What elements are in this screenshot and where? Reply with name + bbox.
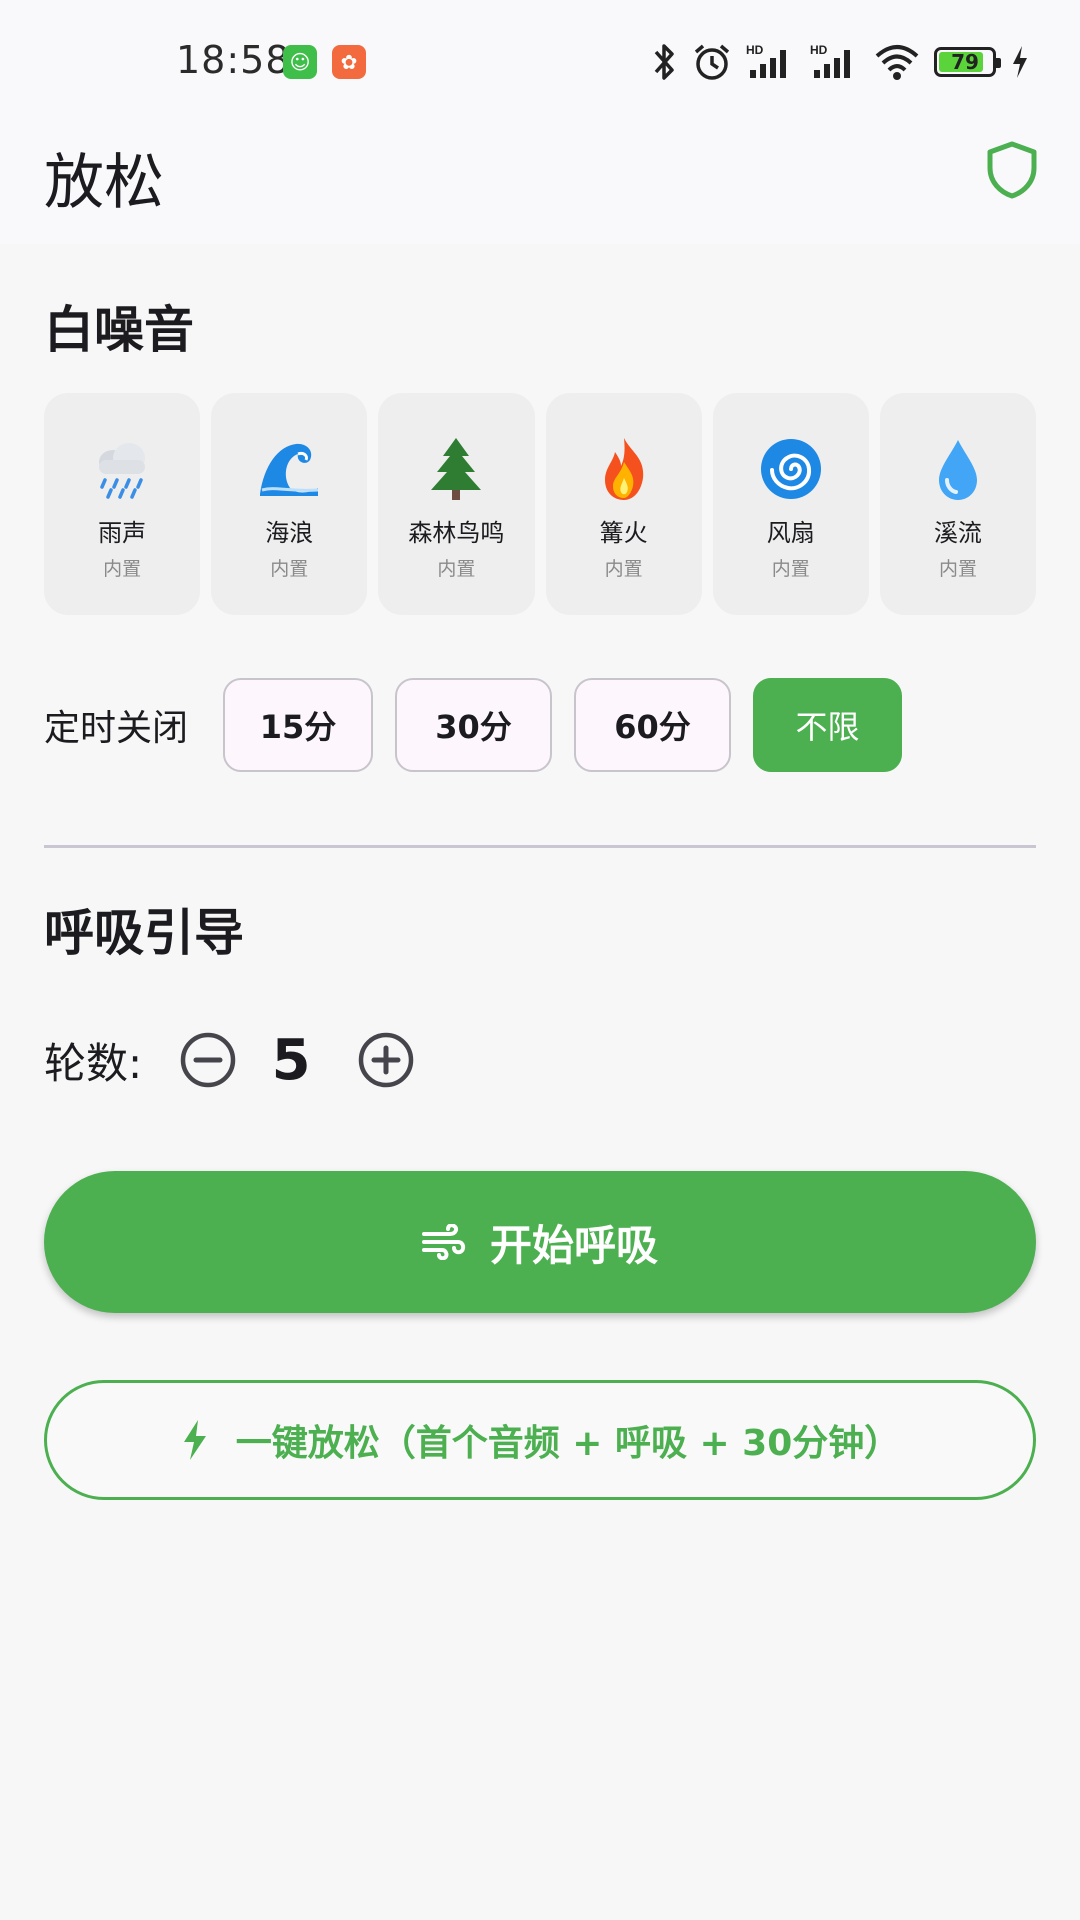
battery-icon: 79 (934, 47, 1001, 77)
wind-icon (421, 1224, 466, 1260)
sound-name: 风扇 (766, 519, 815, 547)
signal-hd-icon: HD (746, 43, 786, 78)
notification-app-icon: ☺ (283, 45, 317, 79)
shield-icon[interactable] (984, 140, 1040, 200)
rain-cloud-icon (89, 435, 155, 503)
sound-tag: 内置 (270, 558, 309, 580)
status-icons: HD HD 79 (652, 40, 1030, 84)
sound-tag: 内置 (604, 558, 643, 580)
plus-circle-icon[interactable] (356, 1030, 416, 1090)
rounds-stepper: 轮数: 5 (44, 1027, 416, 1093)
sound-card-stream[interactable]: 溪流 内置 (879, 393, 1037, 615)
timer-chip-60[interactable]: 60分 (574, 678, 731, 772)
sound-tag: 内置 (437, 558, 476, 580)
status-bar: 18:58 ☺ ✿ HD HD 79 (0, 0, 1080, 120)
timer-row: 定时关闭 15分 30分 60分 不限 (44, 678, 924, 772)
sound-name: 溪流 (933, 519, 982, 547)
divider (44, 845, 1036, 848)
wave-icon (256, 435, 322, 503)
sound-name: 森林鸟鸣 (408, 519, 505, 547)
start-breathing-label: 开始呼吸 (489, 1220, 658, 1270)
alarm-icon (694, 44, 730, 80)
sound-card-rain[interactable]: 雨声 内置 (44, 393, 201, 615)
white-noise-title: 白噪音 (44, 301, 194, 359)
fire-icon (591, 435, 657, 503)
minus-circle-icon[interactable] (178, 1030, 238, 1090)
bluetooth-icon (654, 44, 674, 80)
sound-tag: 内置 (771, 558, 810, 580)
status-time: 18:58 (176, 38, 291, 82)
sound-name: 篝火 (599, 519, 648, 547)
one-key-relax-button[interactable]: 一键放松（首个音频 + 呼吸 + 30分钟） (44, 1380, 1036, 1500)
rounds-label: 轮数: (44, 1038, 143, 1088)
flash-icon (183, 1420, 206, 1460)
one-key-relax-label: 一键放松（首个音频 + 呼吸 + 30分钟） (235, 1423, 901, 1464)
top-app-bar: 放松 (0, 120, 1080, 244)
wifi-icon (875, 45, 919, 80)
signal-hd-icon: HD (810, 43, 850, 78)
sound-card-forest[interactable]: 森林鸟鸣 内置 (378, 393, 535, 615)
breathing-title: 呼吸引导 (44, 904, 244, 962)
notification-app-icon: ✿ (332, 45, 366, 79)
svg-text:HD: HD (810, 43, 828, 57)
svg-text:HD: HD (746, 43, 764, 57)
charging-icon (1013, 46, 1027, 78)
sound-card-campfire[interactable]: 篝火 内置 (545, 393, 702, 615)
start-breathing-button[interactable]: 开始呼吸 (44, 1171, 1036, 1313)
timer-chip-unlimited[interactable]: 不限 (753, 678, 902, 772)
battery-level: 79 (951, 50, 979, 74)
sound-card-waves[interactable]: 海浪 内置 (211, 393, 368, 615)
sound-list: 雨声 内置 海浪 内置 森林鸟鸣 内置 篝火 内置 风扇 内置 溪流 内置 (44, 393, 1037, 615)
page-title: 放松 (44, 148, 164, 218)
sound-name: 海浪 (265, 519, 314, 547)
droplet-icon (925, 435, 991, 503)
timer-chip-30[interactable]: 30分 (395, 678, 552, 772)
tree-icon (423, 435, 489, 503)
sound-name: 雨声 (98, 519, 147, 547)
timer-label: 定时关闭 (44, 708, 189, 749)
timer-chip-15[interactable]: 15分 (223, 678, 373, 772)
cyclone-icon (758, 435, 824, 503)
sound-tag: 内置 (103, 558, 142, 580)
sound-card-fan[interactable]: 风扇 内置 (712, 393, 869, 615)
sound-tag: 内置 (938, 558, 977, 580)
rounds-value: 5 (271, 1027, 311, 1093)
